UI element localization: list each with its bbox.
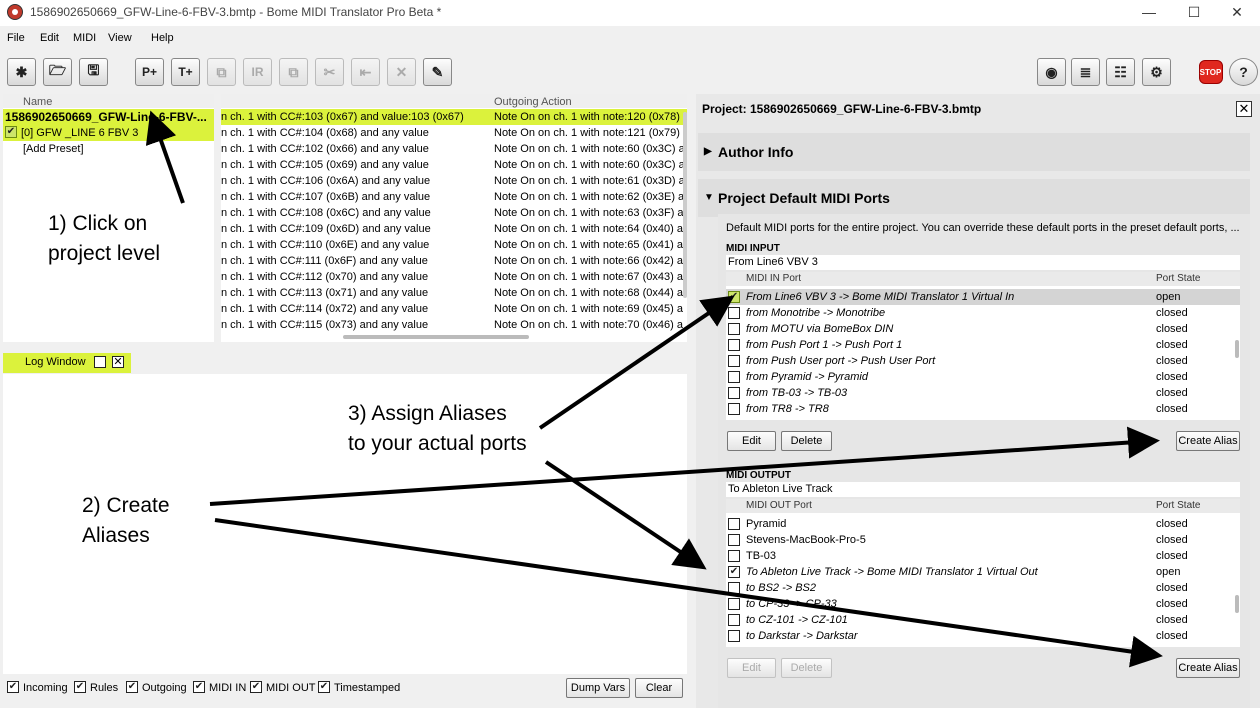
arrow-to-in-create-alias (209, 426, 1160, 506)
annotation-arrows (145, 110, 1163, 668)
arrow-to-in-port (538, 295, 735, 430)
arrow-to-project-level (145, 110, 185, 204)
arrow-to-out-create-alias (214, 518, 1163, 668)
